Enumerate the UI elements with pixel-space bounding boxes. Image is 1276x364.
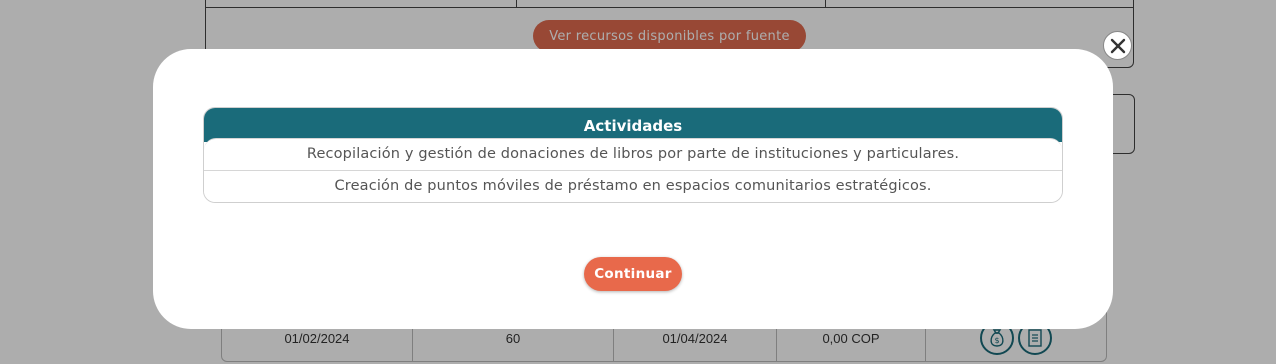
activities-modal: Actividades Recopilación y gestión de do… xyxy=(153,49,1113,329)
activity-row: Creación de puntos móviles de préstamo e… xyxy=(204,170,1062,202)
close-icon xyxy=(1110,38,1125,53)
activities-table-header: Actividades xyxy=(204,108,1062,142)
close-modal-button[interactable] xyxy=(1103,31,1132,60)
continue-button[interactable]: Continuar xyxy=(584,257,682,291)
activities-table: Actividades Recopilación y gestión de do… xyxy=(203,107,1063,203)
activity-row: Recopilación y gestión de donaciones de … xyxy=(204,138,1062,170)
